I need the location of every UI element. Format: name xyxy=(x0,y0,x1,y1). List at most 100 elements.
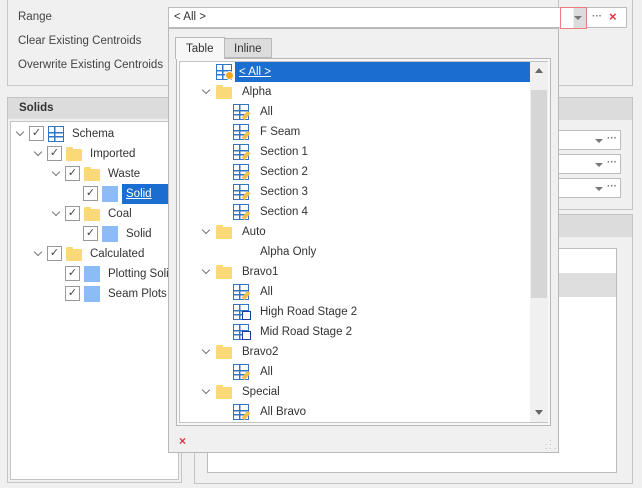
list-item[interactable]: Section 1 xyxy=(180,142,532,162)
tree-item[interactable]: ✓ Solid xyxy=(11,184,222,204)
list-item-label: Section 2 xyxy=(260,166,308,178)
chevron-down-icon xyxy=(595,139,603,143)
checkbox[interactable]: ✓ xyxy=(83,186,98,201)
tree-item[interactable]: ✓ Calculated xyxy=(11,244,178,264)
chevron-down-icon[interactable] xyxy=(33,247,43,257)
list-item[interactable]: All Bravo xyxy=(180,402,532,422)
field-combobox-1[interactable]: ··· xyxy=(558,130,621,150)
list-item-label: < All > xyxy=(235,62,532,82)
chevron-down-icon[interactable] xyxy=(201,85,211,95)
list-item[interactable]: Special xyxy=(180,382,532,402)
solid-icon xyxy=(84,286,100,302)
list-item-label: Bravo1 xyxy=(242,266,279,278)
tree-item-label: Calculated xyxy=(90,248,145,260)
checkbox[interactable]: ✓ xyxy=(47,246,62,261)
range-dropdown-popup: Table Inline < All > Alpha All F Seam Sectio… xyxy=(168,28,559,453)
tree-item-label: Waste xyxy=(108,168,141,180)
chevron-down-icon xyxy=(595,163,603,167)
list-item-label: Section 3 xyxy=(260,186,308,198)
list-item[interactable]: All xyxy=(180,102,532,122)
checkbox[interactable]: ✓ xyxy=(29,126,44,141)
list-item[interactable]: Section 3 xyxy=(180,182,532,202)
clear-centroids-label: Clear Existing Centroids xyxy=(18,35,142,47)
check-badge-icon xyxy=(242,311,251,320)
list-item[interactable]: Bravo2 xyxy=(180,342,532,362)
list-item-label: All xyxy=(260,366,273,378)
tree-item[interactable]: ✓ Waste xyxy=(11,164,178,184)
solids-panel: Solids ✓ Schema ✓ Imported ✓ Waste ✓ Solid ✓ Coal… xyxy=(7,97,222,483)
chevron-down-icon[interactable] xyxy=(201,345,211,355)
dropdown-button[interactable] xyxy=(560,7,587,29)
checkbox[interactable]: ✓ xyxy=(65,266,80,281)
tree-item[interactable]: ✓ Seam Plots xyxy=(11,284,178,304)
list-item[interactable]: Section 2 xyxy=(180,162,532,182)
chevron-down-icon[interactable] xyxy=(15,127,25,137)
list-item[interactable]: Section 4 xyxy=(180,202,532,222)
ellipsis-button[interactable]: ··· xyxy=(592,11,602,22)
scroll-down-icon[interactable] xyxy=(535,410,543,415)
tree-item[interactable]: ✓ Coal xyxy=(11,204,178,224)
list-item-label: Auto xyxy=(242,226,266,238)
list-item[interactable]: < All > xyxy=(180,62,532,82)
clear-icon[interactable]: × xyxy=(609,9,617,24)
clear-selection-icon[interactable]: × xyxy=(179,434,186,448)
list-item[interactable]: Alpha Only xyxy=(180,242,532,262)
folder-icon xyxy=(84,167,100,181)
list-item-label: Alpha xyxy=(242,86,272,98)
chevron-down-icon xyxy=(595,187,603,191)
tree-item[interactable]: ✓ Schema xyxy=(11,124,178,144)
list-item[interactable]: Mid Road Stage 2 xyxy=(180,322,532,342)
list-item-label: All Bravo xyxy=(260,406,307,418)
list-item-label: All xyxy=(260,286,273,298)
checkbox[interactable]: ✓ xyxy=(47,146,62,161)
list-item[interactable]: Alpha xyxy=(180,82,532,102)
solids-tree: ✓ Schema ✓ Imported ✓ Waste ✓ Solid ✓ Coal ✓ Solid ✓… xyxy=(10,121,222,480)
checkbox[interactable]: ✓ xyxy=(65,286,80,301)
list-item[interactable]: All xyxy=(180,282,532,302)
range-list[interactable]: < All > Alpha All F Seam Section 1 Section 2 S… xyxy=(179,61,548,423)
list-item[interactable]: Bravo1 xyxy=(180,262,532,282)
chevron-down-icon[interactable] xyxy=(201,265,211,275)
list-item[interactable]: All xyxy=(180,362,532,382)
overwrite-centroids-label: Overwrite Existing Centroids xyxy=(18,59,164,71)
field-combobox-2[interactable]: ··· xyxy=(558,154,621,174)
list-item[interactable]: F Seam xyxy=(180,122,532,142)
ellipsis-button[interactable]: ··· xyxy=(607,157,617,168)
checkbox[interactable]: ✓ xyxy=(65,206,80,221)
solid-icon xyxy=(102,226,118,242)
scrollbar-thumb[interactable] xyxy=(531,90,547,298)
chevron-down-icon[interactable] xyxy=(33,147,43,157)
list-item[interactable]: Auto xyxy=(180,222,532,242)
resize-grip-icon[interactable]: .. .. . . xyxy=(545,435,556,451)
check-badge-icon xyxy=(242,331,251,340)
folder-icon xyxy=(216,265,232,279)
tab-inline[interactable]: Inline xyxy=(224,38,272,58)
field-combobox-3[interactable]: ··· xyxy=(558,178,621,198)
list-item-label: Alpha Only xyxy=(260,246,317,258)
list-item-label: Bravo2 xyxy=(242,346,279,358)
scroll-up-icon[interactable] xyxy=(535,68,543,73)
chevron-down-icon[interactable] xyxy=(201,385,211,395)
checkbox[interactable]: ✓ xyxy=(83,226,98,241)
list-item-label: All xyxy=(260,106,273,118)
folder-icon xyxy=(216,345,232,359)
chevron-down-icon[interactable] xyxy=(201,225,211,235)
tab-table[interactable]: Table xyxy=(175,37,225,59)
ellipsis-button[interactable]: ··· xyxy=(607,181,617,192)
folder-icon xyxy=(84,207,100,221)
checkbox[interactable]: ✓ xyxy=(65,166,80,181)
tree-item[interactable]: ✓ Solid xyxy=(11,224,178,244)
tree-item-label: Imported xyxy=(90,148,136,160)
range-combobox[interactable]: < All > ··· × xyxy=(168,7,627,29)
tree-item[interactable]: ✓ Plotting Solid xyxy=(11,264,178,284)
tree-item[interactable]: ✓ Imported xyxy=(11,144,178,164)
chevron-down-icon[interactable] xyxy=(51,207,61,217)
list-item[interactable]: High Road Stage 2 xyxy=(180,302,532,322)
scrollbar[interactable] xyxy=(530,62,548,422)
tree-item-label: Solid xyxy=(126,228,152,240)
folder-icon xyxy=(216,225,232,239)
add-badge-icon xyxy=(225,71,234,80)
list-item-label: Mid Road Stage 2 xyxy=(260,326,353,338)
ellipsis-button[interactable]: ··· xyxy=(607,133,617,144)
chevron-down-icon[interactable] xyxy=(51,167,61,177)
